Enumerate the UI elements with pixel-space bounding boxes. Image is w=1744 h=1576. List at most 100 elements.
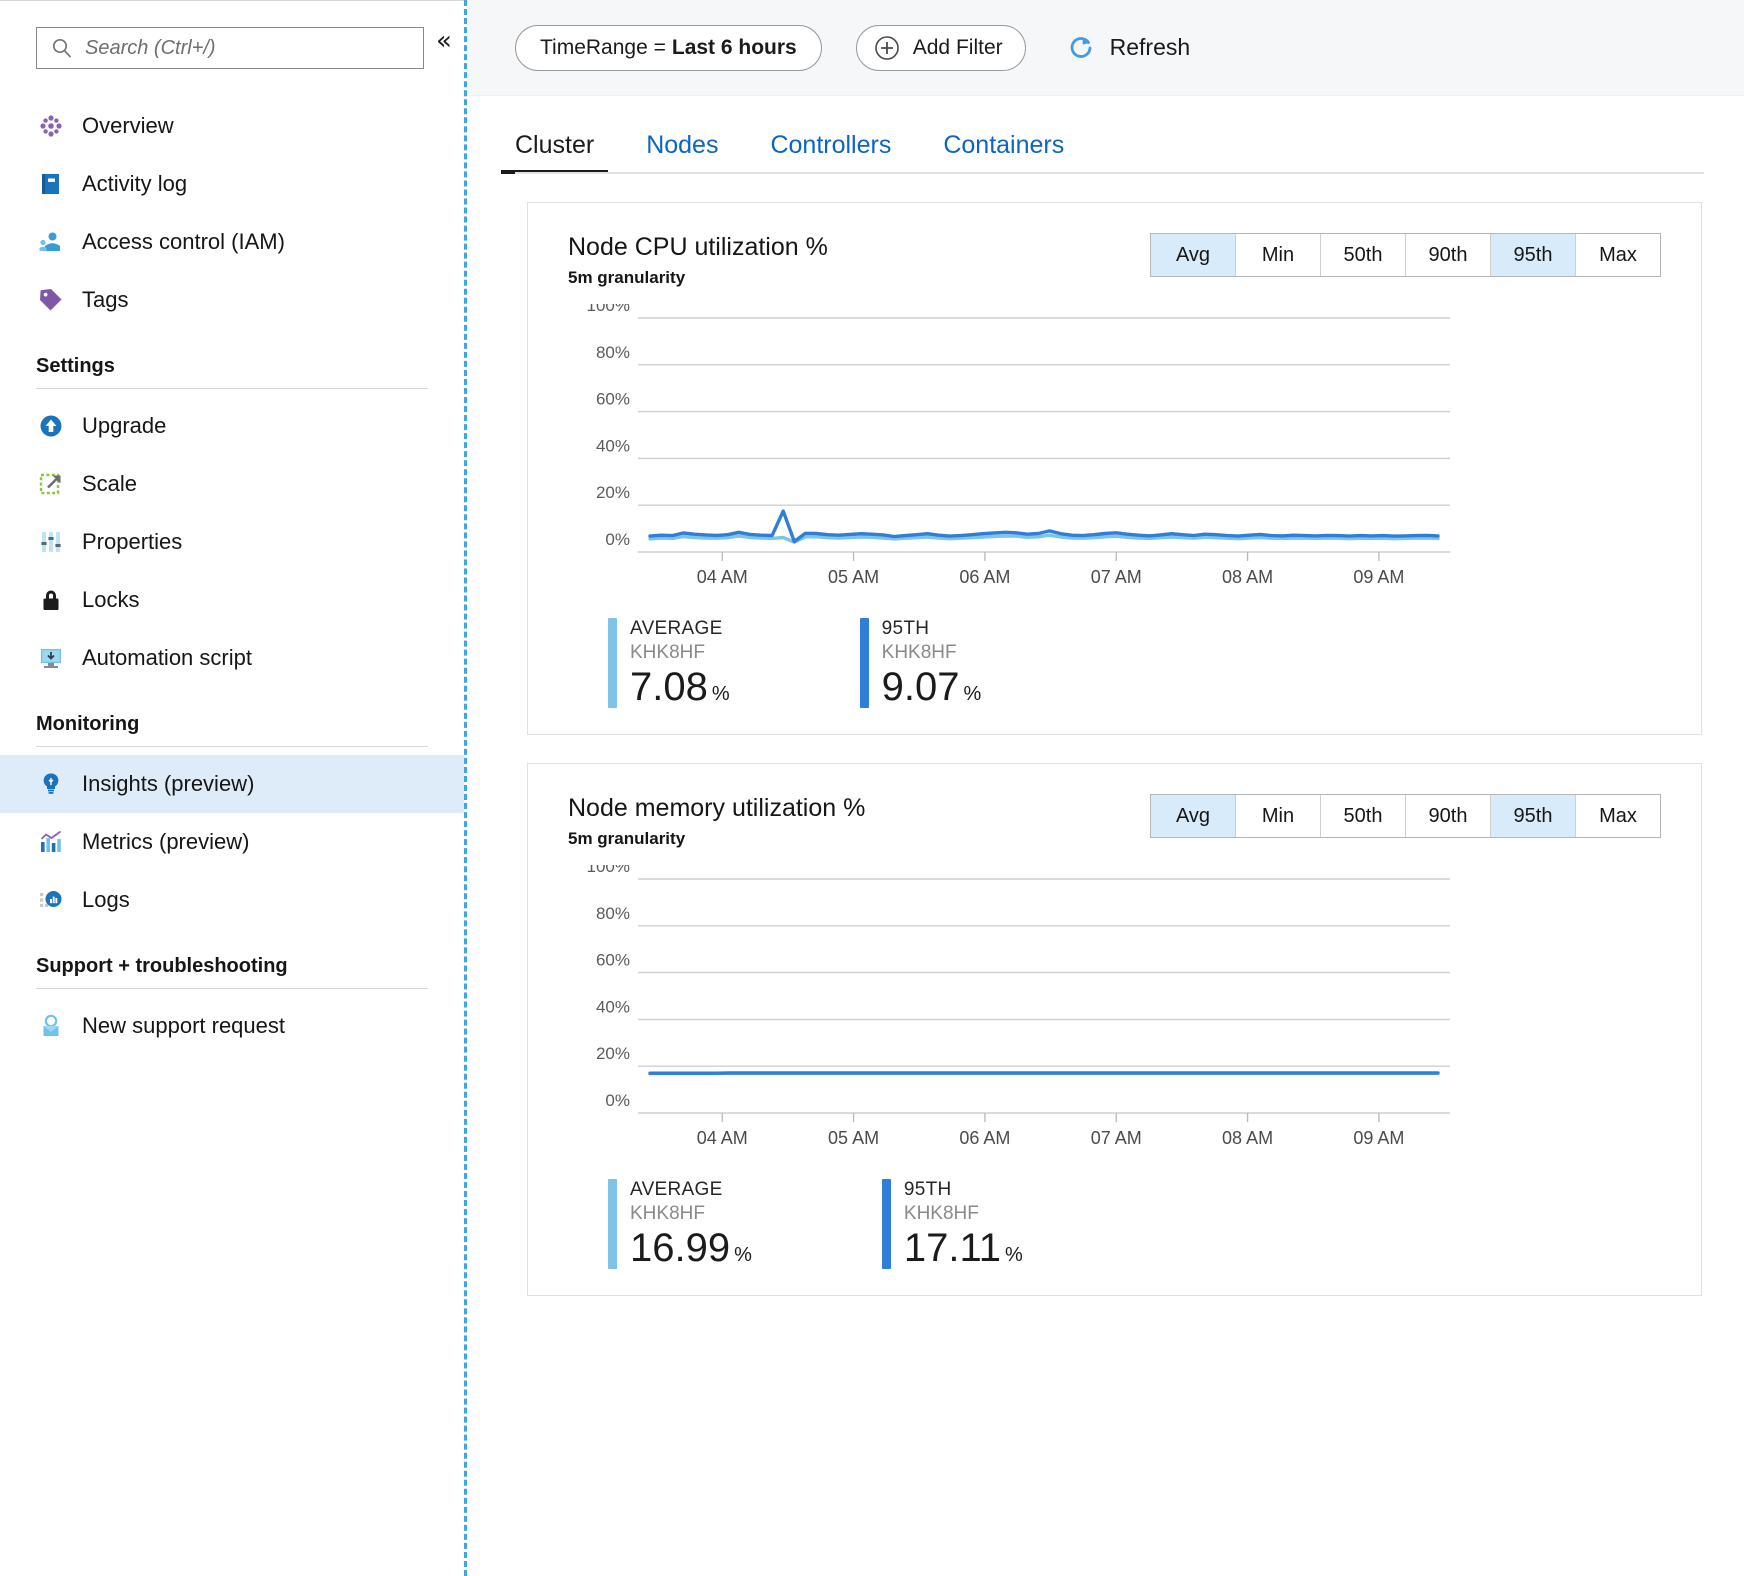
- stat-95th: 95TH KHK8HF 17.11%: [881, 1179, 1023, 1269]
- tab-controllers[interactable]: Controllers: [770, 131, 891, 174]
- sidebar-item-logs[interactable]: Logs: [0, 871, 464, 929]
- sidebar-item-metrics[interactable]: Metrics (preview): [0, 813, 464, 871]
- svg-text:40%: 40%: [596, 436, 630, 455]
- sidebar-item-upgrade[interactable]: Upgrade: [0, 397, 464, 455]
- stat-value: 16.99: [630, 1226, 731, 1270]
- svg-text:80%: 80%: [596, 904, 630, 923]
- sidebar-item-tags[interactable]: Tags: [0, 271, 464, 329]
- sidebar-item-label: Locks: [82, 587, 140, 612]
- left-nav-panel: « Overview: [0, 0, 464, 1576]
- stat-value: 9.07: [881, 665, 960, 709]
- svg-text:40%: 40%: [596, 997, 630, 1016]
- nav-group-title-support: Support + troubleshooting: [36, 955, 288, 977]
- stat-color-bar: [608, 618, 617, 708]
- upgrade-icon: [36, 411, 66, 441]
- agg-button-max[interactable]: Max: [1576, 795, 1660, 837]
- nav-group-title-monitoring: Monitoring: [36, 713, 140, 735]
- sidebar-item-scale[interactable]: Scale: [0, 455, 464, 513]
- sidebar-item-label: Access control (IAM): [82, 229, 285, 254]
- agg-button-min[interactable]: Min: [1236, 795, 1321, 837]
- agg-button-avg[interactable]: Avg: [1151, 795, 1236, 837]
- stat-color-bar: [859, 618, 869, 708]
- chart-subtitle: 5m granularity: [568, 829, 686, 848]
- sidebar-item-label: Metrics (preview): [82, 829, 250, 854]
- aggregation-selector: Avg Min 50th 90th 95th Max: [1150, 233, 1661, 277]
- stat-node-name: KHK8HF: [630, 1203, 705, 1224]
- agg-button-50th[interactable]: 50th: [1321, 795, 1406, 837]
- svg-text:07 AM: 07 AM: [1091, 1128, 1142, 1148]
- stat-unit: %: [963, 683, 982, 705]
- plus-circle-icon: [873, 34, 901, 62]
- node-memory-utilization-card: Node memory utilization % 5m granularity…: [527, 763, 1702, 1296]
- stat-color-bar: [881, 1179, 891, 1269]
- svg-text:09 AM: 09 AM: [1353, 1128, 1404, 1148]
- scale-icon: [36, 469, 66, 499]
- stat-value-row: 16.99%: [630, 1227, 752, 1269]
- svg-text:05 AM: 05 AM: [828, 1128, 879, 1148]
- agg-button-max[interactable]: Max: [1576, 234, 1660, 276]
- logs-icon: [36, 885, 66, 915]
- chart-subtitle: 5m granularity: [568, 268, 686, 287]
- tags-icon: [36, 285, 66, 315]
- nav-group-divider: [36, 988, 428, 989]
- agg-button-95th[interactable]: 95th: [1491, 795, 1576, 837]
- memory-line-chart: 0% 20% 40% 60% 80% 100% 04 AM 05 AM 06 AM 07 AM 08…: [568, 865, 1661, 1165]
- refresh-button[interactable]: Refresh: [1066, 33, 1190, 63]
- svg-text:100%: 100%: [587, 865, 630, 876]
- tab-containers[interactable]: Containers: [943, 131, 1064, 174]
- cpu-chart-legend: AVERAGE KHK8HF 7.08% 95TH KHK8HF 9.07%: [568, 618, 1661, 708]
- stat-node-name: KHK8HF: [881, 642, 957, 663]
- agg-button-avg[interactable]: Avg: [1151, 234, 1236, 276]
- add-filter-button[interactable]: Add Filter: [855, 24, 1026, 71]
- svg-text:20%: 20%: [596, 483, 630, 502]
- primary-nav: Overview Activity log Access control (IA…: [0, 97, 464, 1055]
- timerange-filter-pill[interactable]: TimeRange = Last 6 hours: [515, 24, 822, 71]
- svg-text:04 AM: 04 AM: [697, 567, 748, 587]
- refresh-icon: [1066, 33, 1096, 63]
- search-box[interactable]: [36, 27, 424, 69]
- timerange-value: Last 6 hours: [671, 35, 797, 59]
- stat-color-bar: [608, 1179, 617, 1269]
- svg-text:60%: 60%: [596, 390, 630, 409]
- sidebar-item-automation-script[interactable]: Automation script: [0, 629, 464, 687]
- svg-text:0%: 0%: [605, 1091, 630, 1110]
- search-icon: [51, 37, 73, 59]
- svg-text:08 AM: 08 AM: [1222, 567, 1273, 587]
- svg-text:05 AM: 05 AM: [828, 567, 879, 587]
- svg-text:0%: 0%: [605, 530, 630, 549]
- sidebar-item-label: Insights (preview): [82, 771, 255, 796]
- sidebar-item-access-control[interactable]: Access control (IAM): [0, 213, 464, 271]
- sidebar-item-locks[interactable]: Locks: [0, 571, 464, 629]
- svg-text:07 AM: 07 AM: [1091, 567, 1142, 587]
- stat-unit: %: [1005, 1244, 1023, 1266]
- filter-toolbar: TimeRange = Last 6 hours Add Filter Refr…: [467, 0, 1744, 96]
- sidebar-item-new-support-request[interactable]: New support request: [0, 997, 464, 1055]
- nav-group-divider: [36, 388, 428, 389]
- nav-group-divider: [36, 746, 428, 747]
- support-request-icon: [36, 1011, 66, 1041]
- sidebar-item-properties[interactable]: Properties: [0, 513, 464, 571]
- sidebar-item-overview[interactable]: Overview: [0, 97, 464, 155]
- agg-button-90th[interactable]: 90th: [1406, 795, 1491, 837]
- agg-button-50th[interactable]: 50th: [1321, 234, 1406, 276]
- tab-nodes[interactable]: Nodes: [646, 131, 718, 174]
- collapse-panel-icon[interactable]: «: [436, 28, 452, 68]
- agg-button-95th[interactable]: 95th: [1491, 234, 1576, 276]
- metrics-icon: [36, 827, 66, 857]
- cpu-line-chart: 0% 20% 40% 60% 80% 100% 04 AM 05 AM 06 AM 07 AM 08…: [568, 304, 1661, 604]
- search-input[interactable]: [83, 35, 407, 61]
- sidebar-item-label: Properties: [82, 529, 183, 554]
- sidebar-item-activity-log[interactable]: Activity log: [0, 155, 464, 213]
- agg-button-min[interactable]: Min: [1236, 234, 1321, 276]
- properties-icon: [36, 527, 66, 557]
- tab-cluster[interactable]: Cluster: [500, 131, 609, 174]
- card-header: Node memory utilization % 5m granularity…: [568, 794, 1661, 849]
- agg-button-90th[interactable]: 90th: [1406, 234, 1491, 276]
- stat-node-name: KHK8HF: [630, 642, 705, 663]
- sidebar-item-label: Automation script: [82, 645, 252, 670]
- stat-average: AVERAGE KHK8HF 16.99%: [608, 1179, 752, 1269]
- overview-icon: [36, 111, 66, 141]
- stat-label: AVERAGE: [630, 1179, 723, 1200]
- stat-value-row: 17.11%: [904, 1227, 1023, 1269]
- sidebar-item-insights[interactable]: Insights (preview): [0, 755, 464, 813]
